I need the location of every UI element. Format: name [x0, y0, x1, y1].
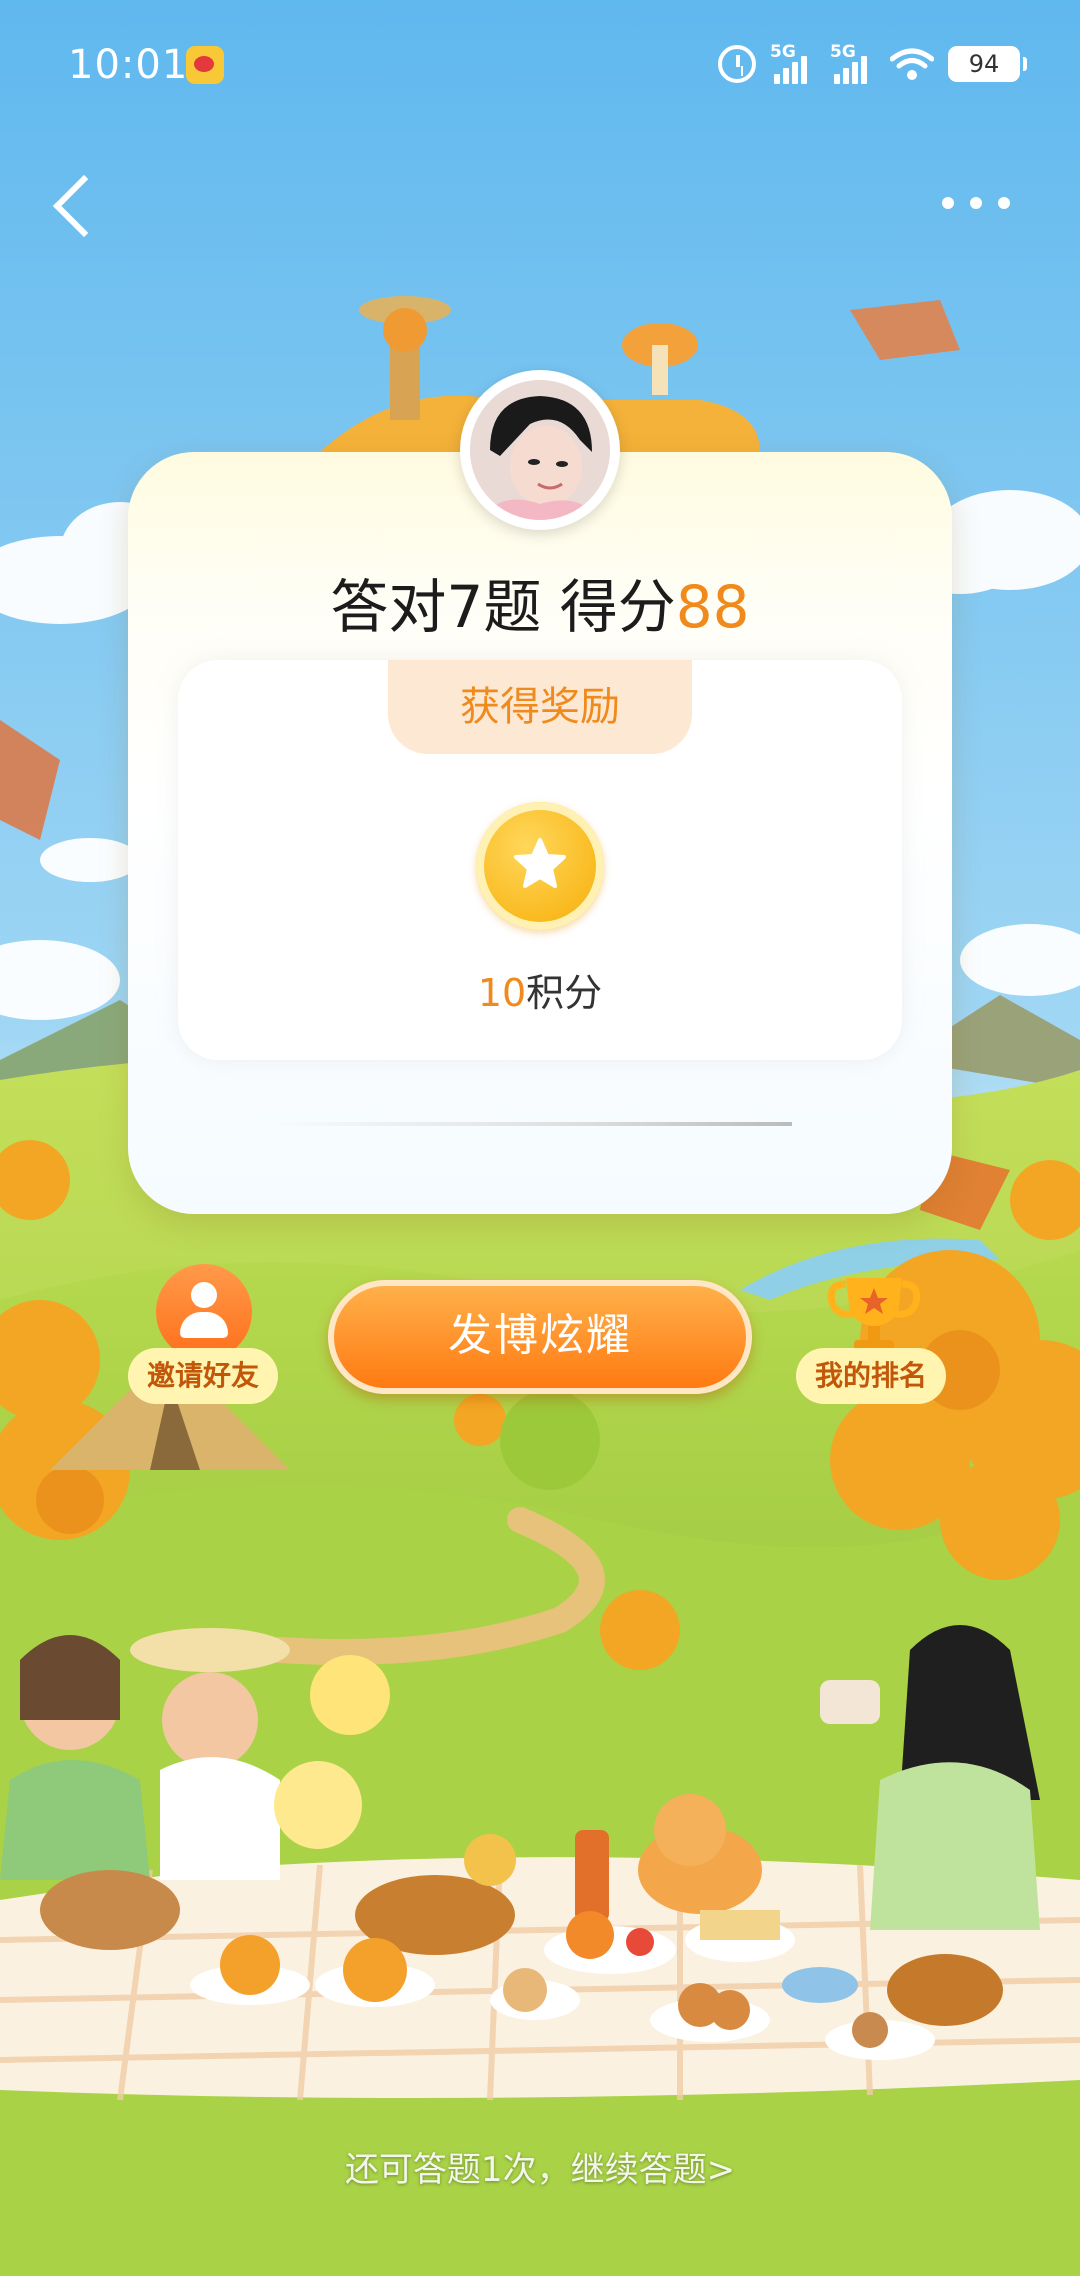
signal-icon: 5G: [830, 42, 876, 84]
invite-friends-label: 邀请好友: [128, 1348, 278, 1404]
points-value: 10: [477, 971, 527, 1015]
continue-quiz-link[interactable]: 还可答题1次，继续答题>: [0, 2142, 1080, 2191]
reward-points: 10积分: [0, 962, 1080, 1017]
battery-icon: 94: [948, 46, 1027, 82]
alarm-icon: [718, 45, 756, 83]
avatar: [460, 370, 620, 530]
divider: [272, 1122, 792, 1126]
invite-user-icon: [156, 1264, 252, 1360]
reward-tab-label: 获得奖励: [388, 660, 692, 754]
signal-icon: 5G: [770, 42, 816, 84]
more-dots-icon[interactable]: [942, 188, 1026, 218]
clock-time: 10:01: [68, 42, 189, 88]
chevron-left-icon[interactable]: [44, 170, 104, 240]
star-coin-icon: [476, 802, 604, 930]
score-text: 答对7题 得分88: [0, 560, 1080, 644]
weibo-app-icon: [186, 46, 224, 84]
score-prefix: 答对7题 得分: [330, 573, 676, 641]
my-ranking-button[interactable]: 我的排名: [796, 1264, 946, 1404]
my-ranking-label: 我的排名: [796, 1348, 946, 1404]
score-value: 88: [675, 573, 750, 641]
status-bar: 10:01 5G 5G 94: [0, 0, 1080, 130]
share-post-button[interactable]: 发博炫耀: [328, 1280, 752, 1394]
points-unit: 积分: [526, 971, 603, 1015]
status-icons: 5G 5G 94: [718, 42, 1027, 84]
wifi-icon: [890, 48, 934, 80]
user-avatar-image: [470, 380, 610, 520]
invite-friends-button[interactable]: 邀请好友: [128, 1264, 278, 1404]
